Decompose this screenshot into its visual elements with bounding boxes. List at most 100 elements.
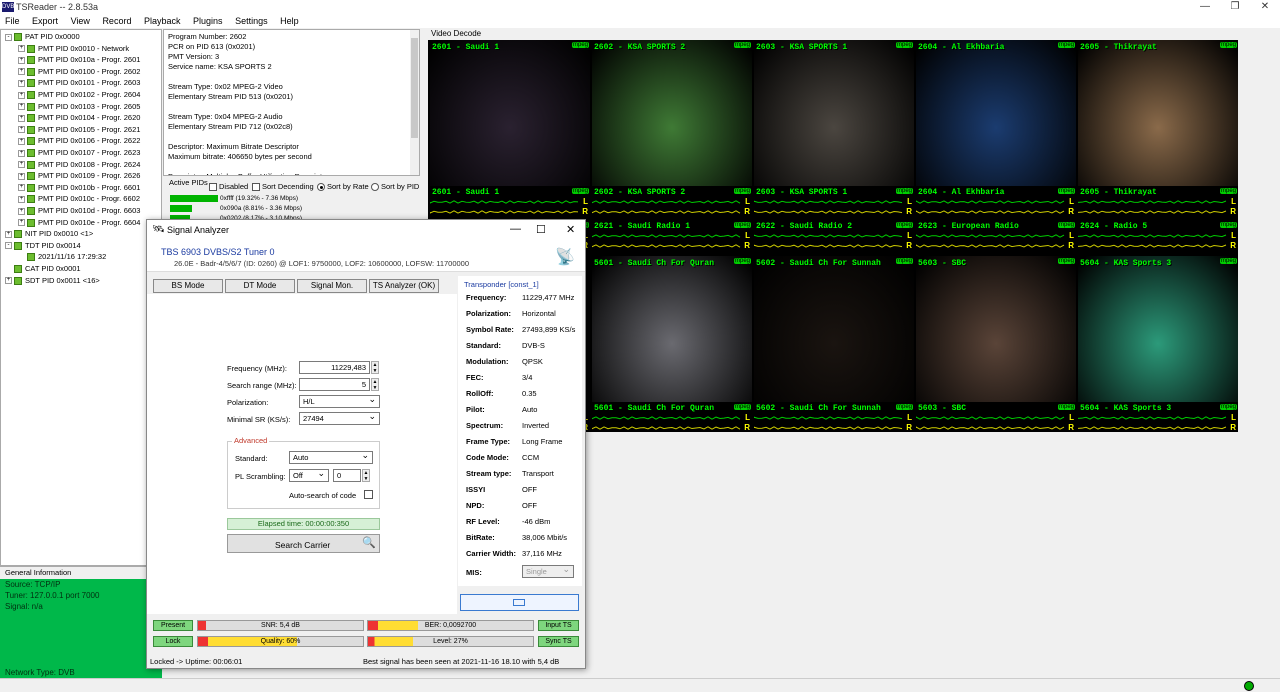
expand-toggle-icon[interactable]: +: [18, 172, 25, 180]
standard-select[interactable]: Auto: [289, 450, 373, 464]
expand-toggle-icon[interactable]: +: [18, 219, 25, 227]
tab-ts-analyzer[interactable]: TS Analyzer (OK): [369, 279, 439, 293]
frequency-input[interactable]: 11229,483: [299, 361, 370, 374]
tree-node[interactable]: + SDT PID 0x0011 <16>: [5, 276, 100, 286]
expand-toggle-icon[interactable]: -: [5, 242, 12, 250]
tree-node[interactable]: + PMT PID 0x0102 - Progr. 2604: [18, 90, 140, 100]
tab-dt-mode[interactable]: DT Mode: [225, 279, 295, 293]
pl-scrambling-input[interactable]: 0: [333, 469, 361, 482]
video-tile[interactable]: 2601 - Saudi 1 mpeg: [430, 40, 590, 186]
search-range-spinner[interactable]: ▲ ▼: [371, 378, 379, 391]
tree-node[interactable]: + PMT PID 0x010a - Progr. 2601: [18, 55, 140, 65]
dialog-maximize-button[interactable]: ☐: [536, 223, 546, 236]
video-tile[interactable]: 5604 - KAS Sports 3 mpeg: [1078, 256, 1238, 402]
mis-select[interactable]: Single: [522, 564, 574, 578]
video-tile[interactable]: 5601 - Saudi Ch For Quran mpeg: [592, 256, 752, 402]
sort-by-rate-radio[interactable]: Sort by Rate: [317, 182, 369, 191]
expand-toggle-icon[interactable]: +: [18, 45, 25, 53]
close-button[interactable]: ✕: [1250, 0, 1280, 14]
info-line: Service name: KSA SPORTS 2: [168, 62, 272, 71]
expand-toggle-icon[interactable]: +: [18, 161, 25, 169]
expand-toggle-icon[interactable]: -: [5, 33, 12, 41]
tree-node[interactable]: + PMT PID 0x0107 - Progr. 2623: [18, 148, 140, 158]
menu-settings[interactable]: Settings: [230, 14, 273, 28]
menu-file[interactable]: File: [0, 14, 25, 28]
auto-search-checkbox[interactable]: [364, 490, 373, 499]
tab-signal-mon[interactable]: Signal Mon.: [297, 279, 367, 293]
tree-node[interactable]: + PMT PID 0x0103 - Progr. 2605: [18, 102, 140, 112]
expand-toggle-icon[interactable]: +: [5, 277, 12, 285]
expand-toggle-icon[interactable]: +: [18, 137, 25, 145]
polarization-select[interactable]: H/L: [299, 394, 380, 408]
tree-node[interactable]: + PMT PID 0x0106 - Progr. 2622: [18, 136, 140, 146]
disabled-checkbox[interactable]: Disabled: [209, 182, 248, 191]
tree-node[interactable]: + PMT PID 0x010e - Progr. 6604: [18, 218, 140, 228]
expand-toggle-icon[interactable]: +: [18, 91, 25, 99]
tree-node[interactable]: + PMT PID 0x0105 - Progr. 2621: [18, 125, 140, 135]
frequency-spinner[interactable]: ▲ ▼: [371, 361, 379, 374]
expand-toggle-icon[interactable]: +: [18, 56, 25, 64]
right-channel-label: R: [1068, 423, 1074, 432]
menu-playback[interactable]: Playback: [139, 14, 186, 28]
pl-scrambling-spinner[interactable]: ▲ ▼: [362, 469, 370, 482]
menu-help[interactable]: Help: [275, 14, 304, 28]
left-channel-label: L: [1231, 197, 1236, 206]
tree-node[interactable]: + PMT PID 0x0104 - Progr. 2620: [18, 113, 140, 123]
expand-toggle-icon[interactable]: +: [18, 207, 25, 215]
tree-node[interactable]: + PMT PID 0x0010 - Network: [18, 44, 129, 54]
expand-toggle-icon[interactable]: +: [18, 103, 25, 111]
video-tile[interactable]: 5602 - Saudi Ch For Sunnah mpeg: [754, 256, 914, 402]
expand-toggle-icon[interactable]: +: [18, 68, 25, 76]
general-information-title: General Information: [0, 566, 162, 578]
expand-toggle-icon[interactable]: +: [18, 114, 25, 122]
waveform-line: [1078, 200, 1227, 204]
transponder-property-value: 37,116 MHz: [522, 549, 562, 558]
video-tile[interactable]: 2602 - KSA SPORTS 2 mpeg: [592, 40, 752, 186]
pid-tree[interactable]: - PAT PID 0x0000 + PMT PID 0x0010 - Network…: [0, 29, 162, 566]
minimal-sr-select[interactable]: 27494: [299, 411, 380, 425]
video-tile[interactable]: 5603 - SBC mpeg: [916, 256, 1076, 402]
tab-bs-mode[interactable]: BS Mode: [153, 279, 223, 293]
menu-plugins[interactable]: Plugins: [188, 14, 228, 28]
expand-toggle-icon[interactable]: +: [18, 184, 25, 192]
video-tile[interactable]: 2603 - KSA SPORTS 1 mpeg: [754, 40, 914, 186]
maximize-button[interactable]: ❐: [1220, 0, 1250, 14]
main-scrollbar[interactable]: [1270, 29, 1280, 669]
pl-scrambling-select[interactable]: Off: [289, 468, 329, 482]
pid-node-icon: [27, 102, 35, 111]
dialog-close-button[interactable]: ✕: [566, 223, 575, 236]
mpeg-badge: mpeg: [1057, 42, 1075, 48]
expand-toggle-icon[interactable]: +: [5, 230, 12, 238]
tree-node[interactable]: + NIT PID 0x0010 <1>: [5, 229, 93, 239]
search-carrier-button[interactable]: Search Carrier 🔍: [227, 534, 380, 553]
expand-toggle-icon[interactable]: +: [18, 126, 25, 134]
tree-node[interactable]: 2021/11/16 17:29:32: [18, 252, 106, 262]
sort-descending-checkbox[interactable]: Sort Decending: [252, 182, 314, 191]
tree-node-label: PMT PID 0x0103 - Progr. 2605: [38, 101, 141, 111]
info-scrollbar[interactable]: [410, 30, 419, 175]
tree-node[interactable]: - PAT PID 0x0000: [5, 32, 80, 42]
expand-toggle-icon[interactable]: +: [18, 79, 25, 87]
video-tile[interactable]: 2605 - Thikrayat mpeg: [1078, 40, 1238, 186]
minimize-button[interactable]: —: [1190, 0, 1220, 14]
menu-record[interactable]: Record: [97, 14, 136, 28]
dialog-minimize-button[interactable]: —: [510, 223, 521, 235]
tree-node[interactable]: + PMT PID 0x0100 - Progr. 2602: [18, 67, 140, 77]
expand-toggle-icon[interactable]: +: [18, 149, 25, 157]
menu-view[interactable]: View: [66, 14, 95, 28]
video-tile-label: 2603 - KSA SPORTS 1: [756, 43, 848, 52]
tree-node[interactable]: + PMT PID 0x0108 - Progr. 2624: [18, 160, 140, 170]
tree-node[interactable]: + PMT PID 0x010c - Progr. 6602: [18, 194, 140, 204]
sort-by-pid-radio[interactable]: Sort by PID: [371, 182, 419, 191]
tree-node[interactable]: + PMT PID 0x010d - Progr. 6603: [18, 206, 140, 216]
pid-node-icon: [27, 114, 35, 123]
search-range-input[interactable]: 5: [299, 378, 370, 391]
tree-node[interactable]: - TDT PID 0x0014: [5, 241, 81, 251]
video-tile[interactable]: 2604 - Al Ekhbaria mpeg: [916, 40, 1076, 186]
tree-node[interactable]: + PMT PID 0x010b - Progr. 6601: [18, 183, 140, 193]
tree-node[interactable]: CAT PID 0x0001: [5, 264, 81, 274]
tree-node[interactable]: + PMT PID 0x0101 - Progr. 2603: [18, 78, 140, 88]
expand-toggle-icon[interactable]: +: [18, 195, 25, 203]
menu-export[interactable]: Export: [27, 14, 63, 28]
tree-node[interactable]: + PMT PID 0x0109 - Progr. 2626: [18, 171, 140, 181]
